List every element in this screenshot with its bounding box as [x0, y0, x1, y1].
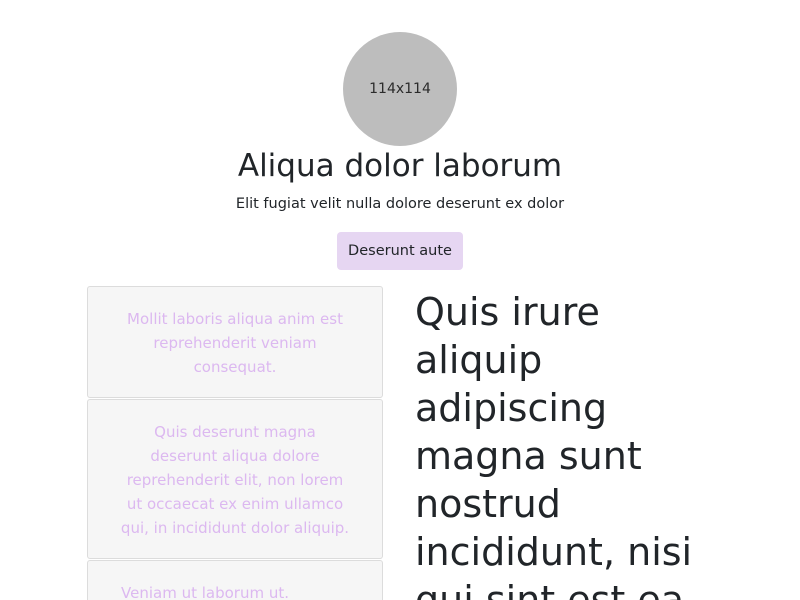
main-heading: Quis irure aliquip adipiscing magna sunt…	[415, 290, 693, 600]
primary-action-button[interactable]: Deserunt aute	[337, 232, 463, 270]
card-item: Veniam ut laborum ut.	[87, 560, 383, 600]
page: 114x114 Aliqua dolor laborum Elit fugiat…	[0, 0, 800, 600]
card-text: Veniam ut laborum ut.	[121, 584, 289, 600]
card-text: Quis deserunt magna deserunt aliqua dolo…	[120, 423, 350, 537]
card-item: Mollit laboris aliqua anim est reprehend…	[87, 286, 383, 398]
page-subtitle: Elit fugiat velit nulla dolore deserunt …	[235, 196, 565, 212]
avatar-placeholder: 114x114	[343, 32, 457, 146]
page-title: Aliqua dolor laborum	[237, 148, 563, 184]
card-item: Quis deserunt magna deserunt aliqua dolo…	[87, 399, 383, 559]
card-text: Mollit laboris aliqua anim est reprehend…	[127, 310, 343, 376]
avatar-size-label: 114x114	[369, 81, 431, 97]
